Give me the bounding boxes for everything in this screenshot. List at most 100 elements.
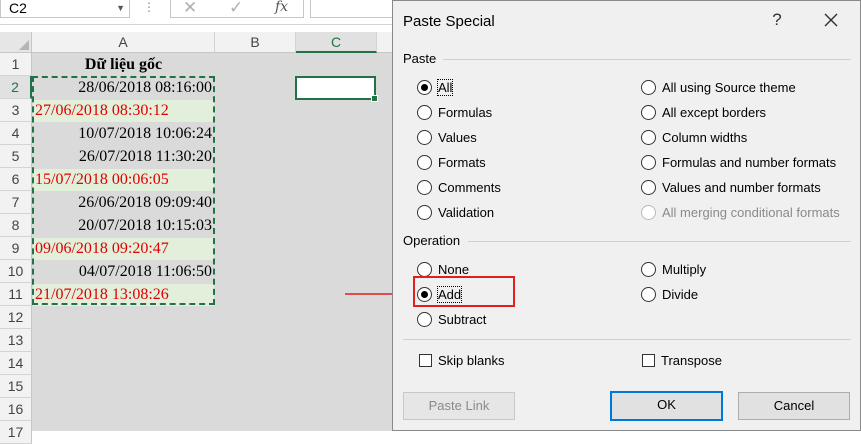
transpose-option[interactable]: Transpose: [642, 350, 722, 370]
column-header-c[interactable]: C: [296, 32, 377, 53]
radio-paste-column-widths[interactable]: [641, 129, 656, 145]
paste-values-option[interactable]: Values: [417, 127, 477, 147]
insert-function-icon[interactable]: fx: [275, 0, 288, 15]
column-header-a[interactable]: A: [32, 32, 215, 53]
row-header-3[interactable]: 3: [0, 99, 32, 122]
paste-column-widths-option[interactable]: Column widths: [641, 127, 747, 147]
paste-except-borders-option[interactable]: All except borders: [641, 102, 766, 122]
transpose-label: Transpose: [661, 352, 722, 368]
paste-values-number-formats-label: Values and number formats: [662, 179, 821, 195]
operation-none-option[interactable]: None: [417, 259, 469, 279]
operation-subtract-option[interactable]: Subtract: [417, 309, 486, 329]
radio-operation-none[interactable]: [417, 261, 432, 277]
select-all-corner[interactable]: [0, 32, 32, 53]
cell-a8[interactable]: 20/07/2018 10:15:03: [33, 215, 214, 237]
ok-button[interactable]: OK: [610, 391, 723, 421]
cell-a4[interactable]: 10/07/2018 10:06:24: [33, 123, 214, 145]
radio-paste-merging: [641, 204, 656, 220]
name-box[interactable]: C2 ▼: [0, 0, 130, 18]
cell-a9[interactable]: 09/06/2018 09:20:47: [33, 238, 214, 260]
operation-add-option[interactable]: Add: [417, 284, 463, 304]
paste-comments-option[interactable]: Comments: [417, 177, 501, 197]
formula-buttons: ✕ ✓ fx: [170, 0, 304, 18]
radio-paste-values[interactable]: [417, 129, 432, 145]
row-header-12[interactable]: 12: [0, 306, 32, 329]
row-header-8[interactable]: 8: [0, 214, 32, 237]
radio-paste-formats[interactable]: [417, 154, 432, 170]
radio-operation-subtract[interactable]: [417, 311, 432, 327]
radio-paste-all[interactable]: [417, 79, 432, 95]
cell-a3[interactable]: 27/06/2018 08:30:12: [33, 100, 214, 122]
paste-values-label: Values: [438, 129, 477, 145]
paste-values-number-formats-option[interactable]: Values and number formats: [641, 177, 821, 197]
column-divider: [215, 53, 216, 431]
operation-multiply-label: Multiply: [662, 261, 707, 277]
paste-source-theme-label: All using Source theme: [662, 79, 796, 95]
skip-blanks-option[interactable]: Skip blanks: [419, 350, 504, 370]
row-header-6[interactable]: 6: [0, 168, 32, 191]
fill-handle[interactable]: [371, 95, 378, 102]
paste-merging-option: All merging conditional formats: [641, 202, 840, 222]
cell-a10[interactable]: 04/07/2018 11:06:50: [33, 261, 214, 283]
paste-validation-label: Validation: [438, 204, 495, 220]
radio-paste-values-number-formats[interactable]: [641, 179, 656, 195]
cancel-button[interactable]: Cancel: [738, 392, 850, 420]
row-header-15[interactable]: 15: [0, 375, 32, 398]
row-header-10[interactable]: 10: [0, 260, 32, 283]
cell-a7[interactable]: 26/06/2018 09:09:40: [33, 192, 214, 214]
row-header-17[interactable]: 17: [0, 421, 32, 444]
operation-add-label: Add: [436, 285, 463, 303]
row-header-9[interactable]: 9: [0, 237, 32, 260]
cancel-icon[interactable]: ✕: [183, 0, 197, 18]
row-header-5[interactable]: 5: [0, 145, 32, 168]
row-header-13[interactable]: 13: [0, 329, 32, 352]
cell-a6[interactable]: 15/07/2018 00:06:05: [33, 169, 214, 191]
enter-icon[interactable]: ✓: [229, 0, 243, 18]
paste-all-option[interactable]: All: [417, 77, 454, 97]
paste-formats-label: Formats: [438, 154, 486, 170]
operation-divide-option[interactable]: Divide: [641, 284, 698, 304]
paste-formats-option[interactable]: Formats: [417, 152, 486, 172]
operation-multiply-option[interactable]: Multiply: [641, 259, 706, 279]
radio-operation-multiply[interactable]: [641, 261, 656, 277]
radio-paste-formulas-number-formats[interactable]: [641, 154, 656, 170]
operation-section-label: Operation: [403, 233, 461, 248]
cell-a2[interactable]: 28/06/2018 08:16:00: [33, 77, 214, 99]
active-cell-c2[interactable]: [295, 76, 378, 102]
formula-input[interactable]: [310, 0, 400, 18]
radio-paste-formulas[interactable]: [417, 104, 432, 120]
radio-paste-source-theme[interactable]: [641, 79, 656, 95]
paste-formulas-option[interactable]: Formulas: [417, 102, 492, 122]
paste-formulas-label: Formulas: [438, 104, 493, 120]
operation-divide-label: Divide: [662, 286, 699, 302]
paste-validation-option[interactable]: Validation: [417, 202, 494, 222]
radio-paste-comments[interactable]: [417, 179, 432, 195]
row-header-7[interactable]: 7: [0, 191, 32, 214]
divider: [443, 59, 851, 60]
close-icon[interactable]: [821, 10, 841, 30]
row-header-4[interactable]: 4: [0, 122, 32, 145]
operation-subtract-label: Subtract: [438, 311, 487, 327]
paste-source-theme-option[interactable]: All using Source theme: [641, 77, 796, 97]
formula-bar-grip[interactable]: ⋮: [143, 0, 155, 14]
radio-paste-validation[interactable]: [417, 204, 432, 220]
cell-a5[interactable]: 26/07/2018 11:30:20: [33, 146, 214, 168]
help-button[interactable]: ?: [767, 10, 787, 30]
row-header-1[interactable]: 1: [0, 53, 32, 76]
skip-blanks-checkbox[interactable]: [419, 353, 432, 367]
transpose-checkbox[interactable]: [642, 353, 655, 367]
skip-blanks-label: Skip blanks: [438, 352, 505, 368]
row-header-14[interactable]: 14: [0, 352, 32, 375]
chevron-down-icon[interactable]: ▼: [116, 0, 125, 17]
radio-operation-divide[interactable]: [641, 286, 656, 302]
row-header-11[interactable]: 11: [0, 283, 32, 306]
cell-a11[interactable]: 21/07/2018 13:08:26: [33, 284, 214, 306]
row-header-16[interactable]: 16: [0, 398, 32, 421]
column-header-b[interactable]: B: [215, 32, 296, 53]
paste-merging-label: All merging conditional formats: [662, 204, 840, 220]
cell-a1[interactable]: Dữ liệu gốc: [32, 54, 215, 76]
row-header-2[interactable]: 2: [0, 76, 32, 99]
paste-formulas-number-formats-option[interactable]: Formulas and number formats: [641, 152, 836, 172]
radio-operation-add[interactable]: [417, 286, 432, 302]
radio-paste-except-borders[interactable]: [641, 104, 656, 120]
